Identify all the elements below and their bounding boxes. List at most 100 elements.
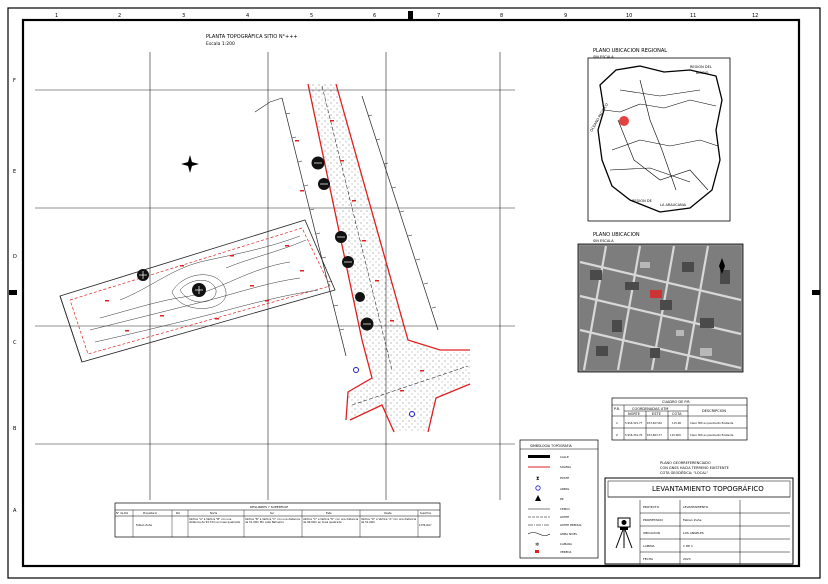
pr-table: CUADRO DE P.R. COORDENADAS UTM P.R. NORT… bbox=[611, 397, 748, 441]
boundaries-header: Propietario bbox=[143, 511, 157, 515]
grid-label-a: A bbox=[13, 508, 17, 514]
title-block-label: PROYECTO bbox=[643, 505, 660, 509]
aerial-photo bbox=[579, 245, 742, 371]
calle-symbol-icon bbox=[528, 455, 550, 458]
note-line: CON GNSS HACIA TERRENO EXISTENTE bbox=[660, 466, 729, 470]
grid-label-4: 4 bbox=[246, 13, 249, 19]
boundaries-header: Rol bbox=[176, 511, 180, 515]
boundaries-title: DESLINDES Y SUPERFICIE bbox=[250, 505, 288, 509]
pr-col-header: P.R. bbox=[614, 407, 620, 411]
grid-label-b: B bbox=[13, 426, 17, 432]
note-line: COTA GEODÉSICA: "LOCAL" bbox=[660, 470, 708, 475]
pr-cell: 673.663,77 bbox=[647, 433, 662, 437]
legend-item: PR bbox=[560, 497, 564, 501]
boundaries-cell: Fabian Zuñe bbox=[136, 523, 152, 527]
grid-label-1: 1 bbox=[55, 13, 58, 19]
legend-item: LIMITE bbox=[560, 515, 569, 519]
tree-icon bbox=[355, 292, 365, 302]
pr-table-title: CUADRO DE P.R. bbox=[662, 400, 691, 404]
location-map-subtitle: SIN ESCALA bbox=[593, 239, 614, 243]
grid-label-f: F bbox=[13, 78, 16, 84]
title-block-main: LEVANTAMIENTO TOPOGRÁFICO bbox=[652, 484, 764, 493]
pr-cell: 1 bbox=[616, 421, 618, 425]
boundaries-cell: Vértice "A" a Vértice "B" con una distan… bbox=[189, 518, 240, 525]
plan-scale: Escala 1:200 bbox=[206, 41, 235, 47]
grid-label-c: C bbox=[13, 340, 17, 346]
survey-line-top bbox=[254, 97, 283, 113]
title-block-label: UBICACION bbox=[643, 531, 660, 535]
pr-col-header: NORTE bbox=[628, 412, 640, 416]
legend-item: CALLE bbox=[560, 455, 569, 459]
pr-cell: Clavo Hilti en pavimento Existente bbox=[690, 421, 734, 425]
lot-west-edge bbox=[59, 295, 83, 363]
boundaries-cell: 4.876,00m² bbox=[419, 524, 432, 527]
title-block-value: LEVANTAMIENTO bbox=[683, 505, 709, 509]
boundaries-cell: Vértice "C" a Vértice "D" con una distan… bbox=[303, 518, 359, 525]
pr-table-group-header: COORDENADAS UTM bbox=[632, 407, 668, 411]
title-block-value: Fabian Zuñe bbox=[683, 518, 702, 522]
legend-item: SOLERA bbox=[560, 465, 571, 469]
grid-label-d: D bbox=[13, 254, 17, 260]
legend-item: CAMARA bbox=[560, 542, 572, 546]
right-center-mark bbox=[812, 290, 820, 295]
boundaries-header: Este bbox=[326, 511, 332, 515]
legend-item: ARBOL bbox=[560, 487, 570, 491]
north-arrow-icon bbox=[181, 155, 199, 173]
boundaries-table: DESLINDES Y SUPERFICIE N° de Rol Propiet… bbox=[114, 502, 441, 538]
legend-simbologia: SIMBOLOGIA TOPOGRAFIA CALLE SOLERA ⧗ POS… bbox=[519, 439, 599, 559]
topographic-drawing-sheet: 1 2 3 4 5 6 7 8 9 10 11 12 F E D C B A P… bbox=[7, 7, 821, 579]
plan-title: PLANTA TOPOGRÁFICA SITIO N°+++ bbox=[206, 33, 298, 40]
grid-label-10: 10 bbox=[626, 13, 632, 19]
pr-cell: 5.916.331,70 bbox=[625, 433, 643, 437]
grid-label-7: 7 bbox=[437, 13, 440, 19]
pr-cell: 115.000 bbox=[670, 433, 681, 437]
boundaries-header: N° de Rol bbox=[116, 511, 128, 515]
boundaries-header: Superficie bbox=[420, 512, 432, 515]
pr-cell: Clavo Hilti en pavimento Existente bbox=[690, 433, 734, 437]
legend-item: VEREDA bbox=[560, 550, 571, 554]
pr-col-header: ESTE bbox=[652, 412, 661, 416]
pr-cell: 673.627,60 bbox=[647, 421, 662, 425]
grid-label-e: E bbox=[13, 169, 16, 175]
boundaries-header: Norte bbox=[210, 511, 218, 515]
title-block-value: LOS ANGELES bbox=[683, 531, 704, 535]
road-surface bbox=[308, 84, 470, 432]
legend-item: POSTE bbox=[560, 476, 569, 480]
grid-label-3: 3 bbox=[182, 13, 185, 19]
title-block-value: 1 DE 1 bbox=[683, 544, 693, 548]
regional-map-title: PLANO UBICACION REGIONAL bbox=[593, 48, 667, 54]
grid-label-9: 9 bbox=[564, 13, 567, 19]
title-block: LEVANTAMIENTO TOPOGRÁFICO PROYECTO LEVAN… bbox=[604, 477, 794, 565]
note-line: PLANO GEORREFERENCIADO bbox=[660, 461, 711, 465]
title-block-label: LAMINA bbox=[643, 544, 656, 548]
pr-cell: 115.00 bbox=[672, 421, 681, 425]
regional-label: BIOBIO bbox=[696, 71, 709, 75]
title-block-label: FECHA bbox=[643, 557, 654, 561]
top-center-mark bbox=[408, 11, 413, 19]
legend-title: SIMBOLOGIA TOPOGRAFIA bbox=[530, 444, 573, 448]
regional-map-frame bbox=[587, 57, 731, 222]
legend-item: LINEA NIVEL bbox=[560, 532, 578, 536]
grid-label-12: 12 bbox=[752, 13, 758, 19]
georeference-notes: PLANO GEORREFERENCIADO CON GNSS HACIA TE… bbox=[660, 461, 729, 475]
pr-cell: 2 bbox=[616, 433, 618, 437]
legend-item: CERCO bbox=[560, 507, 570, 511]
pr-col-header: COTA bbox=[672, 412, 682, 416]
regional-label: LA ARAUCANIA bbox=[660, 203, 687, 207]
location-map-title: PLANO UBICACION bbox=[593, 232, 640, 238]
location-marker-icon bbox=[619, 116, 629, 126]
legend-item: LIMITE PREDIAL bbox=[560, 523, 582, 527]
pr-cell: 5.916.321,77 bbox=[625, 421, 643, 425]
title-block-value: 2023 bbox=[683, 557, 691, 561]
grid-label-2: 2 bbox=[118, 13, 121, 19]
boundaries-cell: Vértice "B" a Vértice "C" con una distan… bbox=[245, 518, 300, 525]
left-center-mark bbox=[9, 290, 17, 295]
poste-symbol-icon: ⧗ bbox=[536, 476, 540, 482]
left-grid-labels: F E D C B A bbox=[13, 78, 17, 514]
regional-label: REGION DE bbox=[632, 199, 652, 203]
pr-col-header: DESCRIPCION bbox=[702, 409, 726, 413]
grid-label-5: 5 bbox=[310, 13, 313, 19]
grid-label-11: 11 bbox=[690, 13, 696, 19]
road-centerline bbox=[321, 85, 393, 371]
grid-label-6: 6 bbox=[373, 13, 376, 19]
